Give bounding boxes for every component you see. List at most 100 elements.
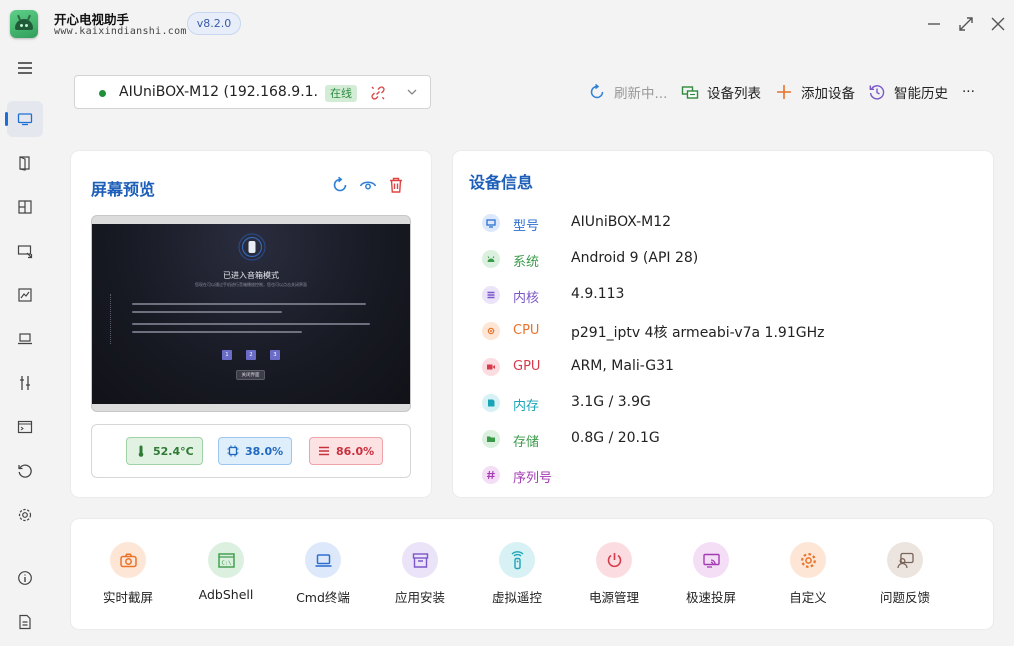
- sidebar-item-history[interactable]: [7, 453, 43, 489]
- info-label: GPU: [513, 359, 541, 374]
- app-logo-icon: [10, 10, 38, 38]
- action-icon-circle: [402, 542, 438, 578]
- close-button[interactable]: [988, 14, 1008, 34]
- add-device-label: 添加设备: [801, 86, 855, 102]
- action-icon-circle: [887, 542, 923, 578]
- action-label: 自定义: [789, 590, 827, 605]
- more-icon: ···: [962, 84, 975, 100]
- version-badge[interactable]: v8.2.0: [187, 12, 241, 35]
- refresh-preview-icon[interactable]: [331, 176, 349, 194]
- online-dot-icon: [99, 90, 106, 97]
- trash-icon[interactable]: [387, 176, 405, 194]
- chart-icon: [18, 288, 32, 302]
- action-terminal-button[interactable]: C:\ AdbShell: [186, 542, 266, 608]
- screen-key: 1: [222, 350, 232, 360]
- monitor-icon-badge: [482, 214, 500, 232]
- memory-stat: 86.0%: [309, 437, 384, 465]
- laptop-icon: [18, 333, 32, 345]
- sidebar-item-device[interactable]: [5, 101, 43, 137]
- action-label: 电源管理: [588, 590, 639, 605]
- sidebar-menu-toggle[interactable]: [7, 50, 43, 86]
- online-badge: 在线: [325, 85, 357, 102]
- sidebar-item-cast[interactable]: [7, 233, 43, 269]
- sidebar-item-laptop[interactable]: [7, 321, 43, 357]
- menu-icon: [18, 62, 32, 74]
- sidebar-item-terminal[interactable]: [7, 409, 43, 445]
- action-gear-button[interactable]: 自定义: [768, 542, 848, 608]
- info-value: 4.9.113: [571, 286, 625, 302]
- screen-cast-icon: [17, 245, 33, 259]
- screen-preview-image[interactable]: 已进入音箱模式 您现在可以通过手机进行音箱播放控制，您也可以点击关闭界面 1 2…: [92, 224, 410, 404]
- info-value: 3.1G / 3.9G: [571, 394, 651, 410]
- action-label: 虚拟遥控: [491, 590, 542, 605]
- sidebar-item-settings[interactable]: [7, 497, 43, 533]
- gear-icon: [800, 552, 816, 568]
- screen-mode-title: 已进入音箱模式: [223, 271, 279, 280]
- maximize-button[interactable]: [956, 14, 976, 34]
- unlink-icon[interactable]: [369, 84, 387, 102]
- action-box-button[interactable]: 应用安装: [380, 542, 460, 608]
- info-value: ARM, Mali-G31: [571, 358, 674, 374]
- action-feedback-button[interactable]: 问题反馈: [865, 542, 945, 608]
- action-label: 问题反馈: [879, 590, 930, 605]
- screen-close-button: 关闭界面: [236, 370, 265, 380]
- screen-key: 3: [270, 350, 280, 360]
- monitor-icon: [486, 219, 496, 228]
- sidebar-item-files[interactable]: [7, 145, 43, 181]
- sidebar-item-docs[interactable]: [7, 604, 43, 640]
- screen-mode-subtitle: 您现在可以通过手机进行音箱播放控制，您也可以点击关闭界面: [195, 282, 307, 287]
- terminal-icon: [17, 420, 33, 434]
- info-label: CPU: [513, 323, 540, 338]
- layout-icon: [18, 200, 32, 214]
- action-icon-circle: C:\: [208, 542, 244, 578]
- eye-icon[interactable]: [359, 176, 377, 194]
- sidebar-item-tools[interactable]: [7, 365, 43, 401]
- device-list-icon: [681, 86, 699, 99]
- hash-icon: [487, 470, 495, 480]
- device-list-button[interactable]: 设备列表: [681, 80, 761, 104]
- info-value: Android 9 (API 28): [571, 250, 699, 266]
- list-icon: [487, 291, 495, 299]
- history-label: 智能历史: [894, 86, 948, 102]
- action-label: 极速投屏: [685, 590, 736, 605]
- memory-value: 86.0%: [336, 444, 375, 458]
- minimize-button[interactable]: [924, 14, 944, 34]
- device-selector[interactable]: AIUniBOX-M12 (192.168.9.1... 在线: [74, 75, 431, 109]
- temperature-stat: 52.4°C: [126, 437, 203, 465]
- folder-icon: [487, 436, 495, 442]
- action-cast-button[interactable]: 极速投屏: [671, 542, 751, 608]
- info-row: 系统 Android 9 (API 28): [482, 249, 698, 270]
- action-camera-button[interactable]: 实时截屏: [88, 542, 168, 608]
- close-icon: [991, 17, 1005, 31]
- hash-icon-badge: [482, 466, 500, 484]
- sidebar-item-about[interactable]: [7, 560, 43, 596]
- more-button[interactable]: ···: [962, 80, 975, 104]
- chevron-down-icon: [407, 89, 417, 95]
- screen-divider: [110, 294, 112, 344]
- action-power-button[interactable]: 电源管理: [574, 542, 654, 608]
- screen-preview-title: 屏幕预览: [91, 180, 156, 199]
- info-row: 内存 3.1G / 3.9G: [482, 393, 651, 414]
- device-info-title: 设备信息: [469, 173, 534, 192]
- sidebar-item-apps[interactable]: [7, 189, 43, 225]
- info-row: 序列号: [482, 465, 552, 486]
- info-value: AIUniBOX-M12: [571, 214, 672, 230]
- power-icon: [607, 552, 621, 567]
- action-laptop-button[interactable]: Cmd终端: [283, 542, 363, 608]
- action-icon-circle: [790, 542, 826, 578]
- thermometer-icon: [138, 445, 144, 457]
- plus-icon: [777, 85, 791, 99]
- add-device-button[interactable]: 添加设备: [775, 80, 855, 104]
- info-value: p291_iptv 4核 armeabi-v7a 1.91GHz: [571, 325, 825, 341]
- video-icon: [487, 364, 495, 370]
- action-icon-circle: [596, 542, 632, 578]
- action-remote-button[interactable]: 虚拟遥控: [477, 542, 557, 608]
- android-icon: [487, 256, 495, 262]
- screen-text-line: [132, 323, 370, 325]
- history-button[interactable]: 智能历史: [868, 80, 948, 104]
- info-row: GPU ARM, Mali-G31: [482, 357, 674, 377]
- box-icon: [412, 552, 428, 568]
- screen-text-line: [132, 303, 366, 305]
- refresh-button[interactable]: 刷新中...: [588, 80, 667, 104]
- sidebar-item-monitor[interactable]: [7, 277, 43, 313]
